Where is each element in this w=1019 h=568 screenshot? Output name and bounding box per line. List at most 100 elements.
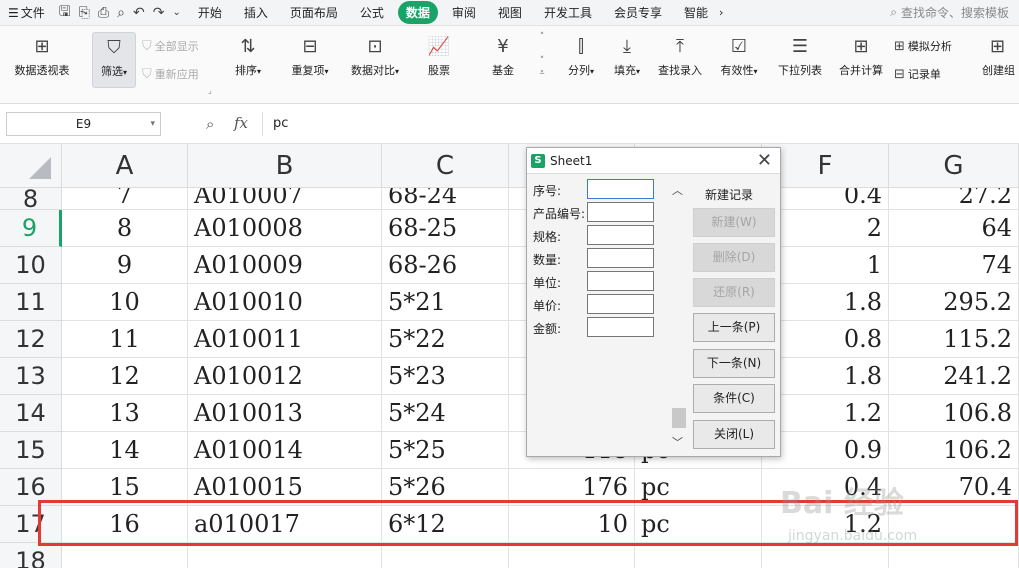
validity-button[interactable]: ☑ 有效性▾ [714, 36, 764, 78]
cell-c[interactable] [382, 543, 509, 568]
row-header[interactable]: 10 [0, 247, 62, 284]
create-group-button[interactable]: ⊞ 创建组 [982, 36, 1019, 78]
cell-a[interactable]: 8 [62, 210, 188, 247]
sort-button[interactable]: ⇅ 排序▾ [228, 36, 268, 78]
scroll-thumb[interactable] [672, 408, 686, 428]
row-header[interactable]: 8 [0, 187, 62, 211]
field-input-unit-price[interactable] [587, 294, 654, 314]
export-pdf-icon[interactable]: ⎘ [79, 5, 90, 21]
row-header[interactable]: 13 [0, 358, 62, 395]
row-header[interactable]: 14 [0, 395, 62, 432]
tab-more-icon[interactable]: › [719, 6, 723, 19]
restore-button[interactable]: 还原(R) [693, 278, 775, 307]
delete-button[interactable]: 删除(D) [693, 243, 775, 272]
split-column-button[interactable]: ⫿ 分列▾ [562, 36, 600, 78]
cell-a[interactable]: 7 [62, 188, 188, 210]
zoom-search-icon[interactable]: ⌕ [206, 115, 214, 133]
cell-g[interactable]: 241.2 [889, 358, 1019, 395]
formula-input[interactable]: pc [262, 112, 1012, 136]
field-input-unit[interactable] [587, 271, 654, 291]
next-record-button[interactable]: 下一条(N) [693, 349, 775, 378]
tab-member[interactable]: 会员专享 [606, 1, 670, 24]
cell-f[interactable] [762, 543, 889, 568]
field-input-quantity[interactable] [587, 248, 654, 268]
cell-a[interactable]: 16 [62, 506, 188, 543]
cell-c[interactable]: 5*25 [382, 432, 509, 469]
close-button[interactable]: 关闭(L) [693, 420, 775, 449]
record-scrollbar[interactable]: ︿ ﹀ [670, 182, 688, 450]
close-icon[interactable]: ✕ [757, 150, 772, 171]
row-header[interactable]: 12 [0, 321, 62, 358]
pivot-table-button[interactable]: ⊞ 数据透视表 [8, 36, 76, 78]
scroll-up-icon[interactable]: ︿ [672, 182, 683, 198]
record-form-button[interactable]: ⊟ 记录单 [894, 66, 941, 82]
fill-button[interactable]: ⤓ 填充▾ [608, 36, 646, 78]
cell-c[interactable]: 5*22 [382, 321, 509, 358]
tab-home[interactable]: 开始 [190, 1, 230, 24]
column-header-b[interactable]: B [188, 144, 382, 188]
scroll-down-icon[interactable]: ﹀ [672, 434, 683, 450]
cell-b[interactable]: A010014 [188, 432, 382, 469]
cell-g[interactable] [889, 543, 1019, 568]
tab-data[interactable]: 数据 [397, 1, 438, 24]
name-box-dropdown-icon[interactable]: ▾ [150, 119, 155, 129]
field-input-spec[interactable] [587, 225, 654, 245]
file-menu[interactable]: ☰ 文件 [0, 4, 53, 21]
cell-c[interactable]: 68-25 [382, 210, 509, 247]
cell-e[interactable] [635, 543, 762, 568]
cell-f[interactable]: 0.4 [762, 188, 889, 210]
cell-e[interactable]: pc [635, 506, 762, 543]
row-header[interactable]: 16 [0, 469, 62, 506]
insert-function-icon[interactable]: fx [234, 114, 248, 132]
cell-c[interactable]: 68-24 [382, 188, 509, 210]
tab-insert[interactable]: 插入 [236, 1, 276, 24]
cell-b[interactable] [188, 543, 382, 568]
cell-c[interactable]: 6*12 [382, 506, 509, 543]
cell-d[interactable] [509, 543, 635, 568]
data-compare-button[interactable]: ⊡ 数据对比▾ [342, 36, 408, 78]
cell-d[interactable]: 10 [509, 506, 635, 543]
reapply-button[interactable]: ⛉ 重新应用 [142, 66, 199, 82]
cell-c[interactable]: 5*23 [382, 358, 509, 395]
filter-button[interactable]: ⛉ 筛选▾ [92, 32, 136, 88]
undo-icon[interactable]: ↶ [133, 5, 145, 21]
criteria-button[interactable]: 条件(C) [693, 384, 775, 413]
cell-f[interactable]: 1 [762, 247, 889, 284]
cell-f[interactable]: 0.9 [762, 432, 889, 469]
cell-g[interactable]: 115.2 [889, 321, 1019, 358]
tab-review[interactable]: 审阅 [444, 1, 484, 24]
lookup-entry-button[interactable]: ⤒ 查找录入 [654, 36, 706, 78]
cell-a[interactable]: 12 [62, 358, 188, 395]
cell-f[interactable]: 1.8 [762, 358, 889, 395]
row-header[interactable]: 15 [0, 432, 62, 469]
cell-c[interactable]: 68-26 [382, 247, 509, 284]
show-all-button[interactable]: ⛉ 全部显示 [142, 38, 199, 54]
row-header[interactable]: 18 [0, 543, 62, 568]
new-button[interactable]: 新建(W) [693, 208, 775, 237]
cell-g[interactable]: 74 [889, 247, 1019, 284]
cell-g[interactable]: 64 [889, 210, 1019, 247]
cell-a[interactable]: 15 [62, 469, 188, 506]
cell-a[interactable] [62, 543, 188, 568]
cell-a[interactable]: 14 [62, 432, 188, 469]
cell-f[interactable]: 1.2 [762, 395, 889, 432]
previous-record-button[interactable]: 上一条(P) [693, 313, 775, 342]
cell-d[interactable]: 176 [509, 469, 635, 506]
tab-view[interactable]: 视图 [490, 1, 530, 24]
tab-formulas[interactable]: 公式 [352, 1, 392, 24]
row-header[interactable]: 17 [0, 506, 62, 543]
cell-b[interactable]: A010008 [188, 210, 382, 247]
cell-a[interactable]: 10 [62, 284, 188, 321]
dialog-title-bar[interactable]: S Sheet1 ✕ [527, 148, 780, 174]
cell-b[interactable]: a010017 [188, 506, 382, 543]
column-header-a[interactable]: A [62, 144, 188, 188]
cell-b[interactable]: A010013 [188, 395, 382, 432]
fund-button[interactable]: ¥ 基金 [478, 36, 528, 78]
print-icon[interactable]: ⎙ [98, 5, 109, 21]
field-input-serial[interactable] [587, 179, 654, 199]
cell-b[interactable]: A010012 [188, 358, 382, 395]
customize-dropdown-icon[interactable]: ⌄ [172, 7, 180, 18]
cell-g[interactable]: 106.8 [889, 395, 1019, 432]
cell-b[interactable]: A010011 [188, 321, 382, 358]
tab-developer[interactable]: 开发工具 [536, 1, 600, 24]
